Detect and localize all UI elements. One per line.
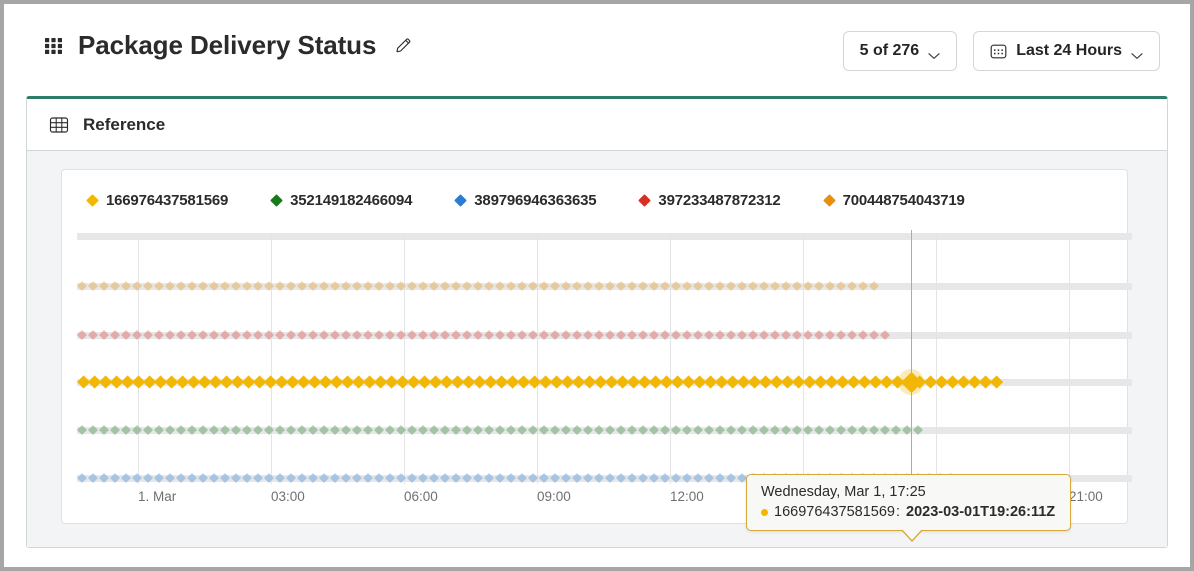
x-axis-tick-label: 1. Mar — [138, 489, 177, 504]
legend-item-3[interactable]: 397233487872312 — [638, 192, 781, 209]
chart-gridline — [670, 234, 671, 484]
x-axis-tick-label: 03:00 — [271, 489, 305, 504]
chart-tooltip: Wednesday, Mar 1, 17:25 166976437581569 … — [746, 474, 1071, 542]
table-grid-icon — [49, 115, 69, 135]
time-range-label: Last 24 Hours — [1016, 42, 1122, 59]
pencil-edit-icon[interactable] — [394, 36, 413, 55]
tooltip-value: 2023-03-01T19:26:11Z — [906, 504, 1056, 520]
tooltip-title: Wednesday, Mar 1, 17:25 — [761, 484, 926, 500]
legend-diamond-icon — [86, 194, 99, 207]
tooltip-series-name: 166976437581569 — [774, 504, 895, 520]
count-selector-button[interactable]: 5 of 276 — [842, 31, 958, 71]
chart-gridline — [936, 234, 937, 484]
chart-series-700448754043719[interactable] — [75, 276, 881, 294]
legend-label: 389796946363635 — [474, 192, 597, 209]
legend-label: 700448754043719 — [842, 192, 965, 209]
legend-diamond-icon — [638, 194, 652, 207]
calendar-icon — [990, 43, 1007, 60]
page-title: Package Delivery Status — [78, 30, 377, 60]
reference-panel: Reference 166976437581569 35214918246609… — [26, 96, 1168, 548]
legend-item-0[interactable]: 166976437581569 — [86, 192, 229, 209]
grid-icon — [44, 36, 64, 56]
legend-diamond-icon — [454, 194, 468, 207]
chart-plot-area[interactable] — [75, 228, 1132, 486]
time-range-button[interactable]: Last 24 Hours — [973, 31, 1160, 71]
chart-lane — [77, 233, 1132, 240]
chart-gridline — [271, 234, 272, 484]
chart-gridline — [138, 234, 139, 484]
tooltip-separator: : — [895, 504, 900, 520]
legend-item-4[interactable]: 700448754043719 — [822, 192, 965, 209]
x-axis-tick-label: 09:00 — [537, 489, 571, 504]
panel-title: Reference — [83, 114, 166, 134]
chevron-down-icon — [928, 47, 940, 59]
chart-card: 166976437581569 352149182466094 38979694… — [61, 169, 1132, 542]
legend-diamond-icon — [822, 194, 836, 207]
chart-legend: 166976437581569 352149182466094 38979694… — [86, 192, 1009, 209]
legend-item-2[interactable]: 389796946363635 — [454, 192, 597, 209]
top-header-bar: Package Delivery Status 5 of 276 Last 24… — [4, 4, 1190, 92]
legend-label: 352149182466094 — [290, 192, 413, 209]
page-title-group: Package Delivery Status — [44, 30, 413, 61]
chart-series-397233487872312[interactable] — [75, 325, 892, 343]
x-axis-tick-label: 21:00 — [1069, 489, 1103, 504]
chart-crosshair — [911, 230, 912, 482]
chart-gridline — [537, 234, 538, 484]
tooltip-row: 166976437581569 : 2023-03-01T19:26:11Z — [761, 504, 1056, 520]
chart-gridline — [803, 234, 804, 484]
chart-series-352149182466094[interactable] — [75, 420, 925, 438]
chart-gridline — [1069, 234, 1070, 484]
chart-series-166976437581569[interactable] — [75, 372, 1005, 390]
x-axis-tick-label: 12:00 — [670, 489, 704, 504]
tooltip-arrow-fill — [901, 528, 923, 540]
chevron-down-icon — [1131, 47, 1143, 59]
header-controls: 5 of 276 Last 24 Hours — [842, 31, 1160, 71]
panel-header: Reference — [27, 99, 1167, 151]
legend-diamond-icon — [270, 194, 284, 207]
chart-gridline — [404, 234, 405, 484]
count-selector-label: 5 of 276 — [859, 42, 920, 59]
panel-body: 166976437581569 352149182466094 38979694… — [27, 151, 1167, 547]
app-window: Package Delivery Status 5 of 276 Last 24… — [4, 4, 1190, 567]
legend-item-1[interactable]: 352149182466094 — [270, 192, 413, 209]
tooltip-bullet-icon — [761, 508, 768, 516]
x-axis-tick-label: 06:00 — [404, 489, 438, 504]
legend-label: 397233487872312 — [658, 192, 781, 209]
legend-label: 166976437581569 — [106, 192, 229, 209]
